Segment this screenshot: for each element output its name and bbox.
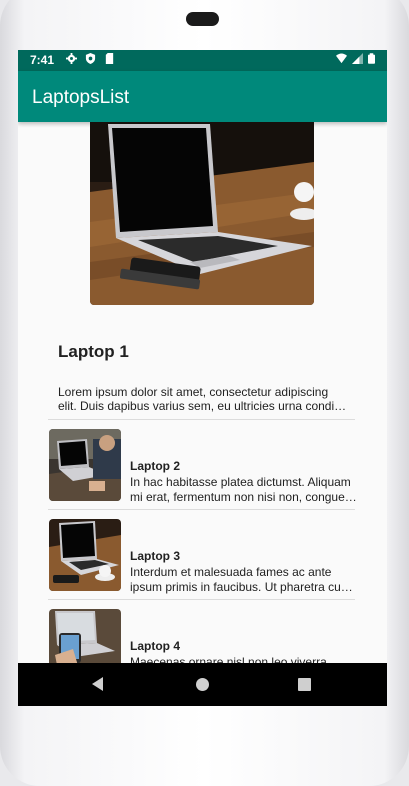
laptop-thumbnail [49,609,121,663]
sd-card-icon [105,53,114,64]
featured-description: Lorem ipsum dolor sit amet, consectetur … [58,385,358,413]
item-description: Maecenas ornare nisl non leo viverra [130,655,366,663]
app-title: LaptopsList [32,87,130,108]
item-description-line: Maecenas ornare nisl non leo viverra [130,655,327,663]
list-item[interactable]: Laptop 4 Maecenas ornare nisl non leo vi… [48,609,368,663]
item-description-line: Interdum et malesuada fames ac ante [130,565,332,579]
status-time: 7:41 [30,53,55,67]
featured-laptop-image[interactable] [90,122,314,305]
wifi-icon [336,53,347,64]
laptop-thumbnail [49,429,121,501]
divider [48,509,355,510]
item-description: In hac habitasse platea dictumst. Aliqua… [130,475,366,505]
home-icon[interactable] [196,678,209,691]
divider [48,599,355,600]
list-item[interactable]: Laptop 2 In hac habitasse platea dictums… [48,429,368,505]
laptop-list[interactable]: Laptop 1 Lorem ipsum dolor sit amet, con… [18,122,387,663]
navigation-bar [18,663,387,706]
featured-description-line: elit. Duis dapibus varius sem, eu ultric… [58,399,347,413]
item-description-line: In hac habitasse platea dictumst. Aliqua… [130,475,351,489]
status-bar: 7:41 [18,50,387,71]
featured-title: Laptop 1 [58,342,129,361]
item-title: Laptop 3 [130,549,180,563]
item-title: Laptop 2 [130,459,180,473]
featured-description-line: Lorem ipsum dolor sit amet, consectetur … [58,385,329,399]
item-title: Laptop 4 [130,639,180,653]
item-description: Interdum et malesuada fames ac ante ipsu… [130,565,366,595]
app-bar: LaptopsList [18,71,387,122]
earpiece-speaker [186,12,219,26]
phone-screen: 7:41 LaptopsList Laptop 1 Lorem ipsum do… [18,50,387,706]
divider [48,419,355,420]
laptop-thumbnail [49,519,121,591]
list-item[interactable]: Laptop 3 Interdum et malesuada fames ac … [48,519,368,595]
gear-icon [66,53,77,64]
shield-icon [85,53,96,64]
item-description-line: mi erat, fermentum non nisi non, congue… [130,490,357,504]
item-description-line: ipsum primis in faucibus. Ut pharetra cu… [130,580,353,594]
battery-icon [368,53,375,64]
recents-icon[interactable] [298,678,311,691]
back-icon[interactable] [92,677,104,691]
signal-icon [352,53,363,64]
